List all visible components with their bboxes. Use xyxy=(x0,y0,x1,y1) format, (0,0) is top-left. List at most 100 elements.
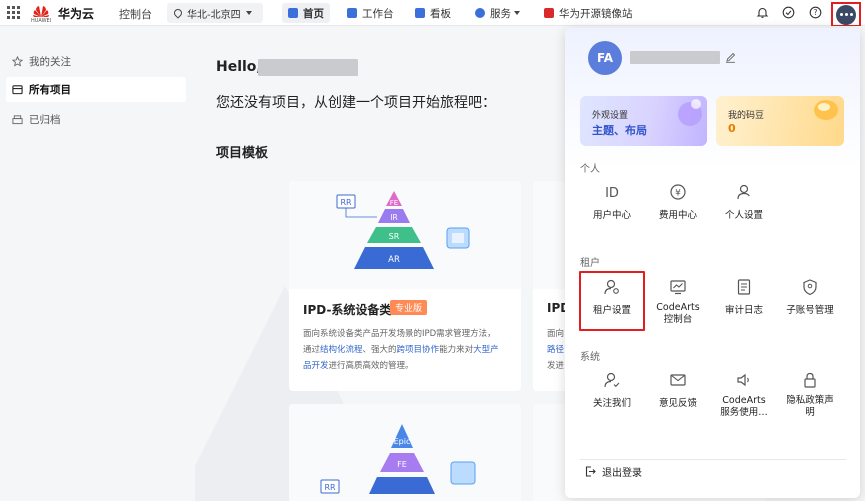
chevron-down-icon xyxy=(245,11,252,15)
sidebar: 我的关注 所有项目 已归档 xyxy=(0,26,195,501)
check-circle-icon[interactable] xyxy=(782,6,795,19)
pyramid-label-fe: FE xyxy=(397,460,407,469)
follow-us-item[interactable]: 关注我们 xyxy=(579,366,645,426)
desc-highlight: 结构化流程 xyxy=(320,345,363,355)
privacy-policy-item[interactable]: 隐私政策声 明 xyxy=(777,366,843,426)
desc-highlight: 品开发 xyxy=(303,361,329,371)
sub-account-management-item[interactable]: 子账号管理 xyxy=(777,273,843,333)
nav-workbench-label: 工作台 xyxy=(362,7,394,20)
pyramid-label-ar: AR xyxy=(388,255,400,265)
nav-home-label: 首页 xyxy=(303,7,324,20)
logout-icon xyxy=(585,466,596,477)
pyramid-label-epic: Epic xyxy=(394,437,411,446)
paint-brush-icon xyxy=(678,99,702,126)
audit-log-item[interactable]: 审计日志 xyxy=(711,273,777,333)
pyramid-label-fe: FE xyxy=(390,199,398,207)
user-menu-panel: FA 外观设置 主题、布局 我的码豆 0 个人 ID 用户中心 ¥ 费用中心 个… xyxy=(565,28,860,498)
shield-user-icon xyxy=(803,279,817,296)
card-title: IPD-系统设备类 xyxy=(303,303,392,317)
logout-button[interactable]: 退出登录 xyxy=(585,464,642,479)
pro-badge: 专业版 xyxy=(390,300,428,315)
divider xyxy=(580,459,846,460)
workbench-icon xyxy=(347,8,357,18)
item-label: 关注我们 xyxy=(592,398,631,409)
group-title-personal: 个人 xyxy=(580,164,600,175)
item-label: 隐私政策声 明 xyxy=(786,395,834,418)
nav-services-label: 服务 xyxy=(490,7,511,20)
codearts-service-usage-item[interactable]: CodeArts 服务使用… xyxy=(711,366,777,426)
appearance-settings-tile[interactable]: 外观设置 主题、布局 xyxy=(580,96,707,146)
template-card-ipd-system[interactable]: RR FE IR SR AR IPD-系统设备类 专业版 面向系统设备类产品开发… xyxy=(289,181,521,391)
card-description: 面向系统设备类产品开发场景的IPD需求管理方法， 通过结构化流程、强大的跨项目协… xyxy=(303,326,508,374)
desc-highlight: 大型产 xyxy=(473,345,499,355)
mirror-icon xyxy=(544,8,554,18)
folder-icon xyxy=(12,85,23,95)
desc-text: 进行高质高效的管理。 xyxy=(328,361,414,371)
avatar[interactable]: FA xyxy=(588,41,622,75)
personal-settings-item[interactable]: 个人设置 xyxy=(711,178,777,238)
template-illustration: RR FE IR SR AR xyxy=(289,181,521,289)
bell-icon[interactable] xyxy=(756,6,769,19)
nav-home[interactable]: 首页 xyxy=(282,3,330,23)
nav-board-label: 看板 xyxy=(430,7,451,20)
item-label: 租户设置 xyxy=(592,305,631,316)
home-icon xyxy=(288,8,298,18)
feedback-item[interactable]: 意见反馈 xyxy=(645,366,711,426)
template-card-epic[interactable]: Epic FE RR xyxy=(289,404,521,501)
more-menu-button[interactable] xyxy=(831,2,861,27)
mail-icon xyxy=(670,374,686,386)
pyramid-label-ir: IR xyxy=(390,213,397,222)
desc-text: 通过 xyxy=(303,345,321,355)
tenant-user-icon xyxy=(604,279,619,295)
tile-label: 我的码豆 xyxy=(728,111,765,121)
desc-line: 面向 xyxy=(547,329,565,339)
svg-text:ID: ID xyxy=(605,186,619,201)
nav-workbench[interactable]: 工作台 xyxy=(341,3,400,23)
region-label: 华北-北京四 xyxy=(187,9,241,21)
billing-center-item[interactable]: ¥ 费用中心 xyxy=(645,178,711,238)
tag-rr: RR xyxy=(340,198,352,207)
sidebar-item-archived[interactable]: 已归档 xyxy=(6,107,186,132)
sidebar-item-all-projects[interactable]: 所有项目 xyxy=(6,77,186,102)
location-pin-icon xyxy=(172,7,184,19)
board-icon xyxy=(415,8,425,18)
pyramid-level-base xyxy=(369,477,435,494)
id-icon: ID xyxy=(605,186,619,201)
sidebar-item-favorites[interactable]: 我的关注 xyxy=(6,49,186,74)
desc-line: 发进 xyxy=(547,361,565,371)
nav-mirror[interactable]: 华为开源镜像站 xyxy=(538,3,639,23)
sidebar-item-label: 我的关注 xyxy=(29,56,71,68)
sidebar-item-label: 所有项目 xyxy=(29,84,71,96)
user-settings-icon xyxy=(737,184,750,200)
codearts-console-item[interactable]: CodeArts 控制台 xyxy=(645,273,711,333)
edit-icon[interactable] xyxy=(725,52,736,63)
app-grid-icon[interactable] xyxy=(7,6,20,19)
brand-name[interactable]: 华为云 xyxy=(58,5,94,22)
region-selector[interactable]: 华北-北京四 xyxy=(167,3,263,23)
nav-board[interactable]: 看板 xyxy=(409,3,457,23)
brand-sub-text: HUAWEI xyxy=(31,18,52,24)
help-icon[interactable]: ? xyxy=(809,6,822,19)
top-bar: HUAWEI 华为云 控制台 华北-北京四 首页 工作台 看板 服务 华为开源镜… xyxy=(0,0,865,27)
group-title-system: 系统 xyxy=(580,352,600,363)
monitor-chart-icon xyxy=(670,280,686,295)
services-icon xyxy=(475,8,485,18)
document-list-icon xyxy=(737,279,751,295)
chevron-down-icon xyxy=(514,11,520,15)
pyramid-label-sr: SR xyxy=(389,232,400,241)
bean-coin-icon xyxy=(814,100,838,120)
archive-icon xyxy=(12,115,23,125)
user-center-item[interactable]: ID 用户中心 xyxy=(579,178,645,238)
speaker-icon xyxy=(737,373,749,387)
desc-text: 能力来对 xyxy=(439,345,474,355)
item-label: CodeArts 服务使用… xyxy=(720,395,768,418)
console-link[interactable]: 控制台 xyxy=(119,6,152,22)
user-follow-icon xyxy=(604,372,620,388)
desc-text: 、强大的 xyxy=(362,345,397,355)
tenant-settings-item[interactable]: 租户设置 xyxy=(579,271,645,331)
nav-services[interactable]: 服务 xyxy=(469,3,526,23)
tag-rr: RR xyxy=(324,483,336,492)
my-beans-tile[interactable]: 我的码豆 0 xyxy=(716,96,844,146)
item-label: 个人设置 xyxy=(724,210,763,221)
cloud-3d-icon xyxy=(450,461,476,485)
